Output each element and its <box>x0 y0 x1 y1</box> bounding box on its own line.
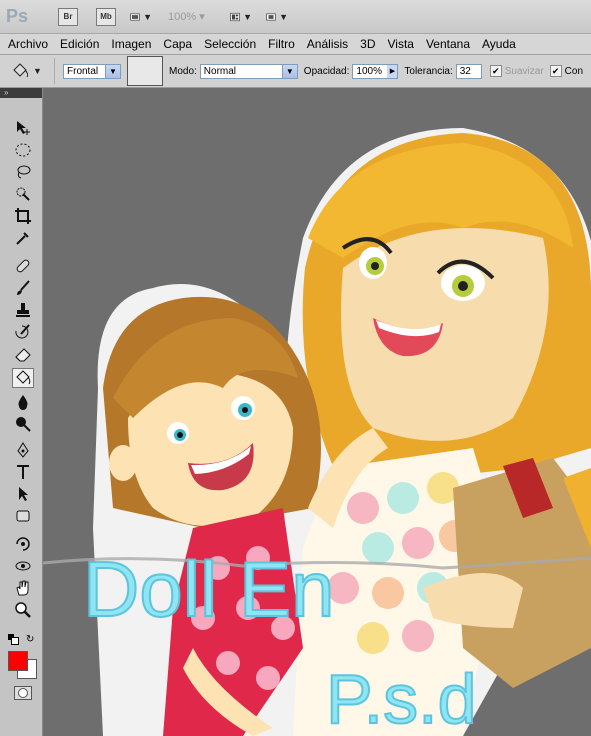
blur-tool[interactable] <box>12 392 34 412</box>
pen-tool[interactable] <box>12 440 34 460</box>
type-icon <box>17 465 29 479</box>
default-colors-icon[interactable] <box>8 634 19 645</box>
opacity-slider-icon[interactable]: ▶ <box>387 64 398 78</box>
move-icon <box>17 121 30 135</box>
healing-icon <box>16 259 30 273</box>
menu-filtro[interactable]: Filtro <box>268 37 295 51</box>
mini-bridge-button[interactable]: Mb <box>96 7 116 26</box>
eyedropper-tool[interactable] <box>12 228 34 248</box>
paint-bucket-tool[interactable] <box>12 368 34 388</box>
mode-label: Modo: <box>169 65 197 77</box>
lasso-icon <box>17 165 31 179</box>
artwork: Doll En P.s.d <box>43 128 591 736</box>
zoom-level[interactable]: 100% ▾ <box>168 10 216 23</box>
document-canvas[interactable]: Doll En P.s.d <box>43 88 591 736</box>
bridge-button[interactable]: Br <box>58 7 78 26</box>
3d-orbit-icon <box>15 561 31 571</box>
type-tool[interactable] <box>12 462 34 482</box>
mode-select[interactable]: Normal ▼ <box>199 63 298 79</box>
film-icon <box>130 13 140 20</box>
dodge-icon <box>16 417 31 432</box>
healing-tool[interactable] <box>12 256 34 276</box>
canvas-title-line2: P.s.d <box>326 660 477 736</box>
fill-source-select[interactable]: Frontal ▼ <box>63 63 121 79</box>
screen-mode-button[interactable]: ▼ <box>266 8 288 26</box>
chevron-down-icon: ▼ <box>105 64 120 78</box>
arrange-documents-button[interactable]: ▼ <box>230 8 252 26</box>
clone-stamp-tool[interactable] <box>12 300 34 320</box>
menu-seleccion[interactable]: Selección <box>204 37 256 51</box>
screen-mode-icon <box>266 13 276 20</box>
menu-imagen[interactable]: Imagen <box>111 37 151 51</box>
quick-select-tool[interactable] <box>12 184 34 204</box>
tolerance-label: Tolerancia: <box>404 65 453 77</box>
blur-icon <box>18 395 28 410</box>
pen-icon <box>17 442 29 458</box>
antialias-checkbox[interactable]: ✔ <box>489 65 502 77</box>
path-selection-tool[interactable] <box>12 484 34 504</box>
eraser-icon <box>15 348 31 362</box>
3d-orbit-tool[interactable] <box>12 556 34 576</box>
crop-tool[interactable] <box>12 206 34 226</box>
history-brush-icon <box>15 324 30 339</box>
quick-select-icon <box>16 187 30 201</box>
arrange-icon <box>230 12 240 21</box>
quick-mask-icon <box>18 688 28 698</box>
options-bar: ▼ Frontal ▼ Modo: Normal ▼ Opacidad: 100% … <box>0 55 591 88</box>
canvas-title-line1: Doll En <box>83 545 334 633</box>
contiguous-checkbox[interactable]: ✔ <box>549 65 562 77</box>
3d-rotate-icon <box>16 537 30 551</box>
brush-tool[interactable] <box>12 278 34 298</box>
menu-bar: Archivo Edición Imagen Capa Selección Fi… <box>0 34 591 55</box>
swap-colors-icon[interactable]: ↻ <box>26 634 34 645</box>
brush-icon <box>17 280 30 295</box>
menu-analisis[interactable]: Análisis <box>307 37 348 51</box>
view-extras-button[interactable]: ▼ <box>130 8 152 26</box>
3d-rotate-tool[interactable] <box>12 534 34 554</box>
menu-ventana[interactable]: Ventana <box>426 37 470 51</box>
marquee-tool[interactable] <box>12 140 34 160</box>
opacity-label: Opacidad: <box>303 65 350 77</box>
shape-tool[interactable] <box>12 506 34 526</box>
crop-icon <box>15 208 31 224</box>
chevron-down-icon: ▼ <box>281 64 297 78</box>
history-brush-tool[interactable] <box>12 322 34 342</box>
eraser-tool[interactable] <box>12 344 34 364</box>
foreground-color-swatch[interactable] <box>8 651 28 671</box>
menu-ayuda[interactable]: Ayuda <box>482 37 516 51</box>
move-tool[interactable] <box>12 118 34 138</box>
dodge-tool[interactable] <box>12 414 34 434</box>
zoom-tool[interactable] <box>12 600 34 620</box>
hand-icon <box>16 580 29 596</box>
menu-capa[interactable]: Capa <box>163 37 192 51</box>
eyedropper-icon <box>16 232 29 245</box>
hand-tool[interactable] <box>12 578 34 598</box>
antialias-label: Suavizar <box>504 65 544 77</box>
tolerance-input[interactable]: 32 <box>455 63 482 79</box>
menu-edicion[interactable]: Edición <box>60 37 99 51</box>
path-select-icon <box>19 487 28 501</box>
stamp-icon <box>16 303 30 317</box>
zoom-icon <box>15 602 31 618</box>
paint-bucket-icon <box>13 63 29 78</box>
marquee-icon <box>15 143 31 157</box>
menu-archivo[interactable]: Archivo <box>8 37 48 51</box>
panel-collapse-icon[interactable]: » <box>0 88 42 98</box>
application-bar: Ps Br Mb ▼ 100% ▾ ▼ ▼ <box>0 0 591 34</box>
tools-panel: » ↻ <box>0 88 43 736</box>
menu-3d[interactable]: 3D <box>360 37 375 51</box>
pattern-picker[interactable] <box>127 56 163 86</box>
opacity-input[interactable]: 100% ▶ <box>352 63 399 79</box>
paint-bucket-icon <box>16 370 31 385</box>
shape-icon <box>16 510 30 522</box>
menu-vista[interactable]: Vista <box>388 37 414 51</box>
photoshop-logo: Ps <box>6 6 29 26</box>
contiguous-label: Con <box>564 65 584 77</box>
quick-mask-button[interactable] <box>14 686 32 700</box>
lasso-tool[interactable] <box>12 162 34 182</box>
tool-preset-picker[interactable]: ▼ <box>10 58 55 84</box>
